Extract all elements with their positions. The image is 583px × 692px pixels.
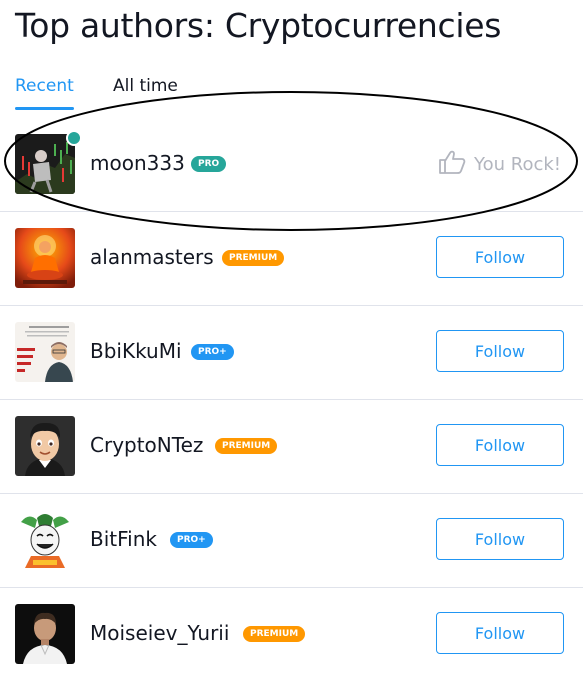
tab-recent[interactable]: Recent	[15, 76, 74, 110]
premium-badge: PREMIUM	[222, 250, 285, 266]
you-rock-label: You Rock!	[474, 153, 561, 175]
list-item: moon333 PRO You Rock!	[0, 118, 583, 212]
avatar[interactable]	[15, 228, 75, 288]
premium-badge: PREMIUM	[215, 438, 278, 454]
author-username[interactable]: BitFink	[90, 527, 157, 551]
author-username[interactable]: alanmasters	[90, 245, 214, 269]
list-item: CryptoNTez PREMIUM Follow	[0, 400, 583, 494]
author-username[interactable]: CryptoNTez	[90, 433, 203, 457]
list-item: BbiKkuMi PRO+ Follow	[0, 306, 583, 400]
author-username[interactable]: moon333	[90, 151, 185, 175]
avatar[interactable]	[15, 416, 75, 476]
follow-button[interactable]: Follow	[436, 236, 564, 278]
avatar[interactable]	[15, 510, 75, 570]
online-status-indicator	[66, 130, 82, 146]
pro-plus-badge: PRO+	[191, 344, 234, 360]
pro-badge: PRO	[191, 156, 227, 172]
pro-plus-badge: PRO+	[170, 532, 213, 548]
page-title: Top authors: Cryptocurrencies	[15, 6, 502, 45]
author-username[interactable]: BbiKkuMi	[90, 339, 182, 363]
avatar[interactable]	[15, 322, 75, 382]
author-username[interactable]: Moiseiev_Yurii	[90, 621, 229, 645]
thumbs-up-icon	[438, 149, 466, 180]
avatar[interactable]	[15, 604, 75, 664]
follow-button[interactable]: Follow	[436, 424, 564, 466]
follow-button[interactable]: Follow	[436, 518, 564, 560]
tab-all-time[interactable]: All time	[113, 76, 178, 104]
list-item: alanmasters PREMIUM Follow	[0, 212, 583, 306]
authors-list: moon333 PRO You Rock! alanmasters PREMIU…	[0, 118, 583, 682]
you-rock-button[interactable]: You Rock!	[438, 150, 561, 178]
premium-badge: PREMIUM	[243, 626, 306, 642]
list-item: Moiseiev_Yurii PREMIUM Follow	[0, 588, 583, 682]
follow-button[interactable]: Follow	[436, 612, 564, 654]
avatar[interactable]	[15, 134, 75, 194]
list-item: BitFink PRO+ Follow	[0, 494, 583, 588]
follow-button[interactable]: Follow	[436, 330, 564, 372]
